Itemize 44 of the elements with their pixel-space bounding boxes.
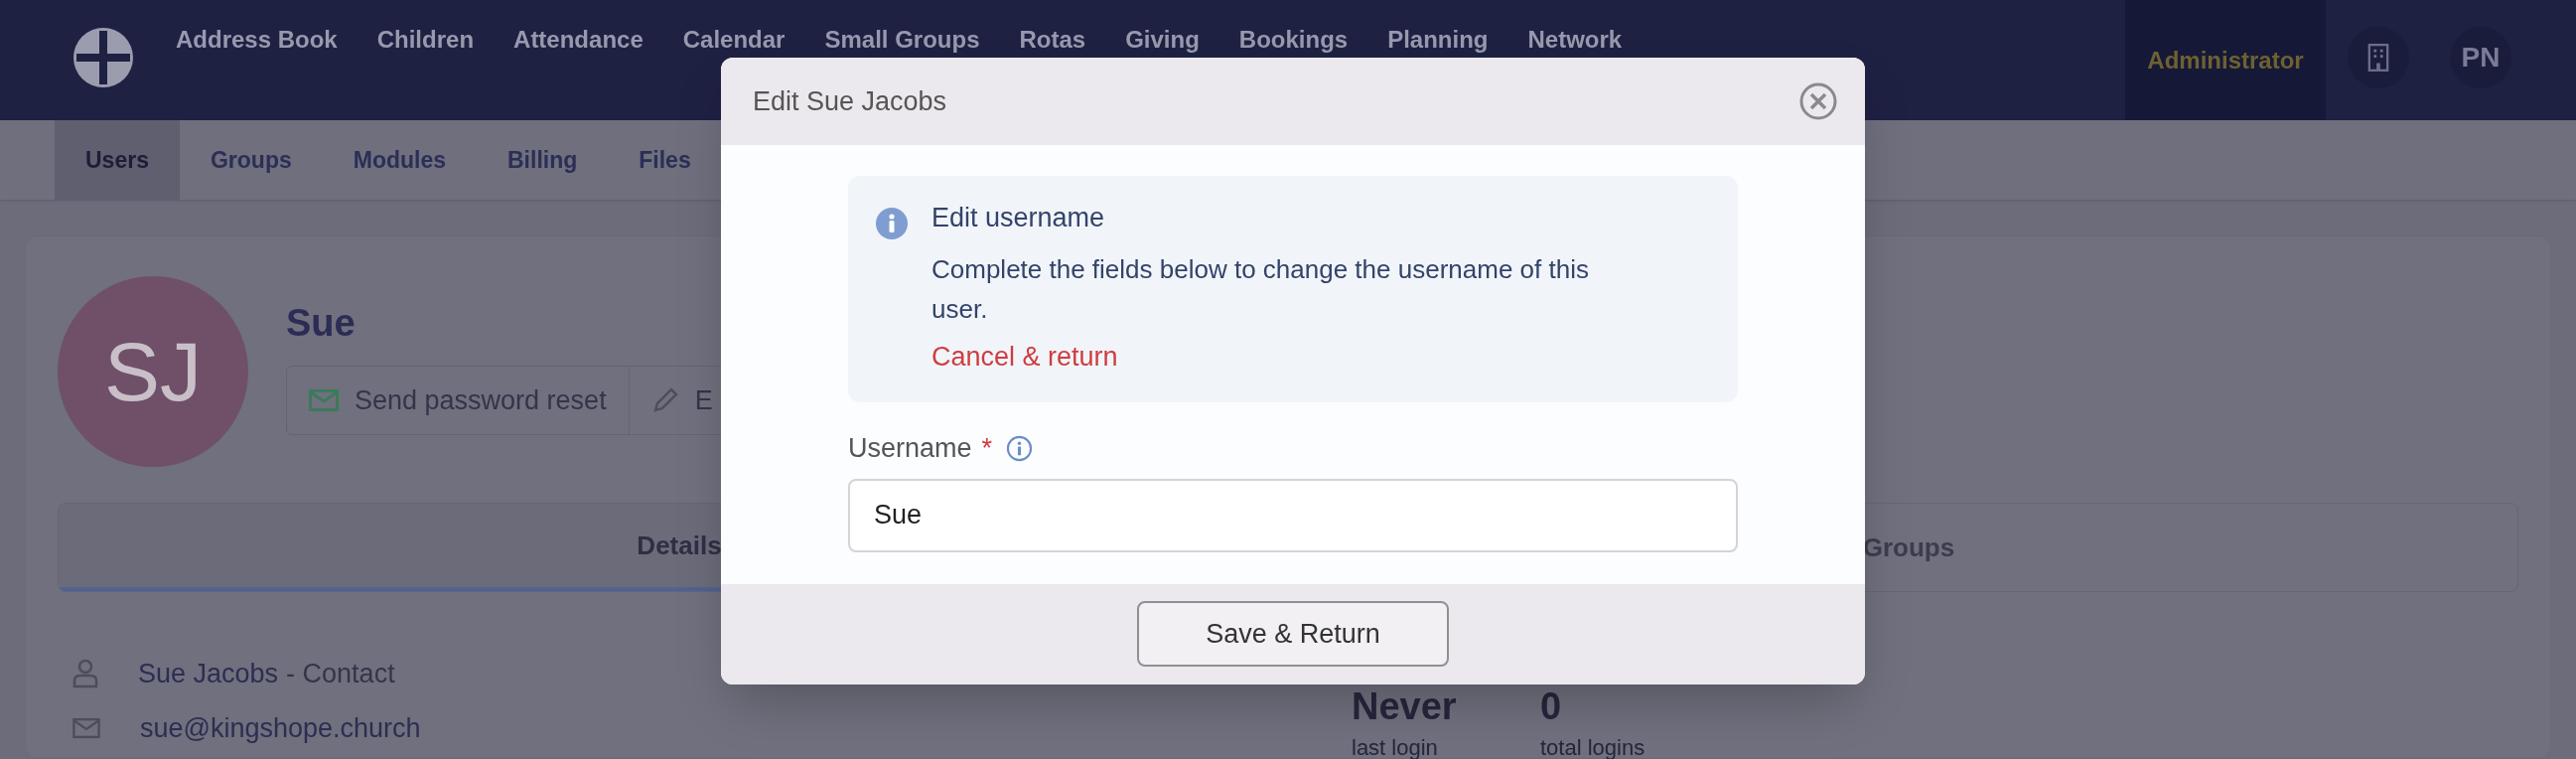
- nav-link[interactable]: Giving: [1125, 27, 1200, 53]
- info-icon[interactable]: [1006, 434, 1034, 462]
- subnav-tab[interactable]: Files: [608, 120, 722, 200]
- envelope-icon: [309, 389, 339, 411]
- nav-link[interactable]: Planning: [1387, 27, 1489, 53]
- nav-link[interactable]: Attendance: [513, 27, 644, 53]
- subnav-tab[interactable]: Modules: [322, 120, 477, 200]
- stat-value: 0: [1540, 684, 1563, 729]
- nav-link[interactable]: Children: [376, 27, 475, 53]
- subnav-tab[interactable]: Groups: [179, 120, 323, 200]
- nav-link[interactable]: Calendar: [682, 27, 786, 53]
- info-icon: [876, 208, 908, 239]
- contact-role: - Contact: [286, 658, 395, 690]
- envelope-icon: [72, 716, 100, 739]
- pencil-icon: [650, 386, 679, 414]
- person-icon: [72, 659, 98, 689]
- avatar: SJ: [58, 276, 248, 467]
- dialog-title: Edit Sue Jacobs: [753, 84, 947, 118]
- save-button[interactable]: Save & Return: [1137, 601, 1449, 667]
- close-button[interactable]: [1797, 80, 1839, 122]
- required-mark: *: [981, 432, 993, 465]
- close-icon: [1798, 81, 1838, 121]
- info-text: Complete the fields below to change the username of this user.: [931, 253, 1590, 326]
- email-link[interactable]: sue@kingshope.church: [140, 707, 421, 748]
- nav-link[interactable]: Small Groups: [824, 27, 980, 53]
- nav-link[interactable]: Rotas: [1019, 27, 1086, 53]
- profile-name: Sue: [286, 304, 357, 342]
- cancel-link[interactable]: Cancel & return: [931, 335, 1627, 379]
- building-icon: [2367, 44, 2389, 72]
- user-avatar-button[interactable]: PN: [2450, 27, 2511, 88]
- contact-name[interactable]: Sue Jacobs: [138, 654, 279, 694]
- action-button[interactable]: Send password reset: [287, 367, 629, 434]
- field-label: Username: [848, 432, 972, 465]
- nav-link[interactable]: Network: [1527, 27, 1623, 53]
- subnav-tab[interactable]: Users: [55, 120, 180, 200]
- nav-link[interactable]: Address Book: [176, 27, 338, 53]
- info-title: Edit username: [931, 202, 1106, 234]
- stat-value: Never: [1352, 684, 1458, 729]
- logo-icon[interactable]: [71, 25, 136, 90]
- stat-label: last login: [1352, 733, 1439, 759]
- subnav-tab[interactable]: Billing: [477, 120, 609, 200]
- stat-label: total logins: [1540, 733, 1646, 759]
- nav-link[interactable]: Bookings: [1238, 27, 1349, 53]
- username-field[interactable]: Sue: [848, 478, 1738, 552]
